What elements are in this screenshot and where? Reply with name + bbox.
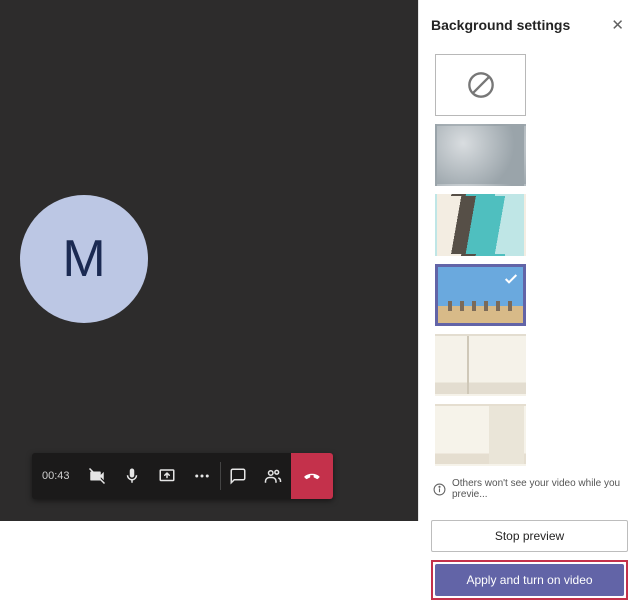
call-control-bar: 00:43 (32, 453, 333, 499)
hang-up-button[interactable] (291, 453, 333, 499)
bg-option-room2[interactable] (435, 404, 526, 466)
checkmark-icon (503, 271, 519, 287)
preview-info: Others won't see your video while you pr… (433, 478, 628, 500)
info-icon (433, 483, 446, 496)
apply-turn-on-video-button[interactable]: Apply and turn on video (435, 564, 624, 596)
panel-title: Background settings (431, 17, 570, 33)
background-settings-panel: Background settings ✕ Others won't see y… (418, 0, 640, 521)
bg-option-none[interactable] (435, 54, 526, 116)
background-options-grid (431, 54, 628, 466)
bg-option-beach[interactable] (435, 264, 526, 326)
close-icon[interactable]: ✕ (607, 14, 628, 36)
chat-button[interactable] (221, 453, 256, 499)
participants-button[interactable] (256, 453, 291, 499)
apply-button-highlight: Apply and turn on video (431, 560, 628, 600)
avatar-initial: M (62, 229, 105, 289)
share-screen-button[interactable] (150, 453, 185, 499)
call-timer: 00:43 (32, 470, 80, 482)
camera-off-button[interactable] (80, 453, 115, 499)
bg-option-blur[interactable] (435, 124, 526, 186)
video-call-area: M 00:43 (0, 0, 418, 521)
bg-option-office[interactable] (435, 194, 526, 256)
stop-preview-button[interactable]: Stop preview (431, 520, 628, 552)
preview-info-text: Others won't see your video while you pr… (452, 478, 628, 500)
mic-button[interactable] (115, 453, 150, 499)
more-actions-button[interactable] (185, 453, 220, 499)
participant-avatar: M (20, 195, 148, 323)
bg-option-room1[interactable] (435, 334, 526, 396)
